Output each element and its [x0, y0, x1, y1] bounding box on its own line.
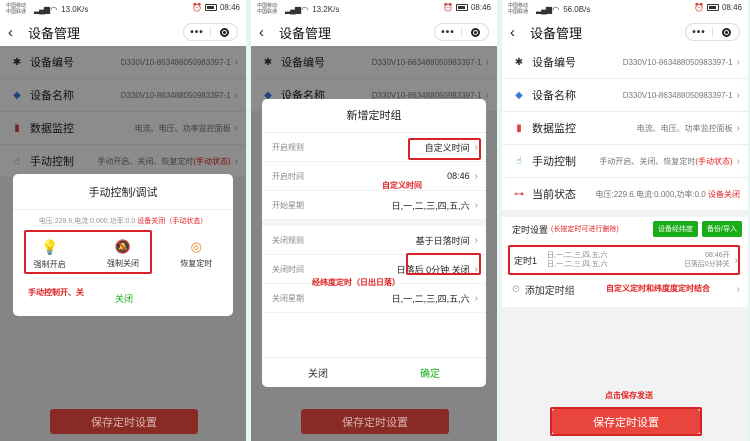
- alarm-icon: ⏰: [443, 3, 453, 12]
- dialog-title: 手动控制/调试: [88, 187, 158, 199]
- timer-settings-hint: (长按定时可进行删除): [551, 226, 619, 233]
- hand-icon: ☝: [515, 155, 523, 167]
- more-icon[interactable]: •••: [686, 27, 712, 38]
- status-bar: 中国移动 中国联通 ▂▄▆ ◠ 13.2K/s ⏰ 08:46: [251, 0, 497, 18]
- chevron-right-icon: ›: [736, 122, 740, 134]
- back-icon[interactable]: ‹: [510, 24, 526, 41]
- battery-icon: [706, 4, 719, 11]
- highlight-frame: [508, 245, 740, 275]
- page-title: 设备管理: [279, 25, 332, 41]
- clock: 08:46: [219, 3, 240, 12]
- screen-timer-settings: 中国移动 中国联通 ▂▄▆ ◠ 56.0B/s ⏰ 08:46 ‹ 设备管理 •••…: [502, 0, 748, 441]
- timer-settings-label: 定时设置: [512, 224, 549, 235]
- status-bar: 中国移动 中国联通 ▂▄▆ ◠ 56.0B/s ⏰ 08:46: [502, 0, 748, 18]
- highlight-frame: [24, 230, 152, 274]
- more-icon[interactable]: •••: [435, 27, 461, 38]
- open-weekdays-row[interactable]: 开始星期 日,一,二,三,四,五,六 ›: [262, 191, 486, 220]
- annotation-custom-time: 自定义时间: [382, 181, 422, 190]
- miniprogram-capsule: •••: [434, 23, 489, 41]
- chevron-right-icon: ›: [736, 56, 740, 68]
- chevron-right-icon: ›: [736, 89, 740, 101]
- screen-new-timer-group: 中国移动 中国联通 ▂▄▆ ◠ 13.2K/s ⏰ 08:46 ‹ 设备管理 •••…: [251, 0, 497, 441]
- row-manual-control[interactable]: ☝ 手动控制 手动开启、关闭、恢复定时(手动状态) ›: [502, 145, 748, 178]
- dialog-title: 新增定时组: [262, 99, 486, 133]
- chevron-right-icon: ›: [736, 155, 740, 167]
- title-bar: ‹ 设备管理 •••: [502, 18, 748, 46]
- timer-item[interactable]: 定时1 日,一,二,三,四,五,六 日,一,二,三,四,五,六 08:46开 日落后…: [508, 245, 742, 275]
- status-bar: 中国移动 中国联通 ▂▄▆ ◠ 13.0K/s ⏰ 08:46: [0, 0, 246, 18]
- highlight-frame: [408, 138, 481, 160]
- row-current-state: ⊶ 当前状态 电压:229.6,电流:0.000,功率:0.0 设备关闭: [502, 178, 748, 211]
- chevron-right-icon: ›: [474, 199, 478, 211]
- row-data-monitor[interactable]: ▮ 数据监控 电流、电压、功率监控面板 ›: [502, 112, 748, 145]
- signal-icon: ▂▄▆ ◠: [536, 4, 559, 14]
- title-bar: ‹ 设备管理 •••: [0, 18, 246, 46]
- page-title: 设备管理: [28, 25, 81, 41]
- highlight-frame: [406, 253, 481, 275]
- clock: 08:46: [470, 3, 491, 12]
- save-timer-button[interactable]: 保存定时设置: [50, 409, 198, 434]
- close-weekdays-row[interactable]: 关闭星期 日,一,二,三,四,五,六 ›: [262, 284, 486, 313]
- save-timer-button[interactable]: 保存定时设置: [301, 409, 449, 434]
- status-icon: ⊶: [514, 188, 524, 200]
- signal-icon: ▂▄▆ ◠: [34, 4, 57, 14]
- close-miniprogram-icon[interactable]: [462, 27, 488, 37]
- close-miniprogram-icon[interactable]: [713, 27, 739, 37]
- row-device-name[interactable]: ◆ 设备名称 D330V10-863488050983397-1 ›: [502, 79, 748, 112]
- miniprogram-capsule: •••: [685, 23, 740, 41]
- annotation-manual: 手动控制开、关: [28, 288, 84, 297]
- alarm-icon: ⏰: [694, 3, 704, 12]
- screen-manual-control: 中国移动 中国联通 ▂▄▆ ◠ 13.0K/s ⏰ 08:46 ‹ 设备管理 •••…: [0, 0, 246, 441]
- chevron-right-icon: ›: [474, 170, 478, 182]
- device-latlng-button[interactable]: 设备经纬度: [653, 221, 699, 237]
- highlight-frame: [550, 407, 702, 436]
- device-reading: 电压:229.6,电流:0.000,功率:0.0 设备关闭（手动状态）: [38, 218, 208, 225]
- dialog-confirm-button[interactable]: 确定: [374, 358, 486, 387]
- network-speed: 13.2K/s: [312, 4, 340, 14]
- network-speed: 56.0B/s: [563, 4, 591, 14]
- backup-import-button[interactable]: 备份/导入: [702, 221, 742, 237]
- miniprogram-capsule: •••: [183, 23, 238, 41]
- bar-chart-icon: ▮: [516, 122, 522, 134]
- restore-icon: ◎: [190, 239, 202, 254]
- new-timer-group-dialog: 新增定时组 开启规则 自定义时间 › 开启时间 08:46 › 开始星期 日,一,二,三,…: [262, 99, 486, 387]
- chevron-right-icon: ›: [474, 292, 478, 304]
- clock: 08:46: [721, 3, 742, 12]
- page-title: 设备管理: [530, 25, 583, 41]
- annotation-sunset: 经纬度定时（日出日落）: [312, 278, 400, 287]
- chevron-right-icon: ›: [474, 234, 478, 246]
- signal-icon: ▂▄▆ ◠: [285, 4, 308, 14]
- alarm-icon: ⏰: [192, 3, 202, 12]
- device-info-list: ✱ 设备编号 D330V10-863488050983397-1 › ◆ 设备名称 D33…: [502, 46, 748, 211]
- close-miniprogram-icon[interactable]: [211, 27, 237, 37]
- network-speed: 13.0K/s: [61, 4, 89, 14]
- back-icon[interactable]: ‹: [259, 24, 275, 41]
- annotation-save: 点击保存发送: [605, 391, 653, 400]
- clock-icon: ⏲: [512, 283, 520, 295]
- manual-control-dialog: 手动控制/调试 电压:229.6,电流:0.000,功率:0.0 设备关闭（手动…: [13, 174, 233, 316]
- battery-icon: [455, 4, 468, 11]
- gear-icon: ✱: [514, 56, 524, 68]
- dialog-close-button[interactable]: 关闭: [115, 292, 133, 305]
- row-device-number[interactable]: ✱ 设备编号 D330V10-863488050983397-1 ›: [502, 46, 748, 79]
- title-bar: ‹ 设备管理 •••: [251, 18, 497, 46]
- dialog-close-button[interactable]: 关闭: [262, 358, 374, 387]
- open-time-row[interactable]: 开启时间 08:46 ›: [262, 162, 486, 191]
- battery-icon: [204, 4, 217, 11]
- back-icon[interactable]: ‹: [8, 24, 24, 41]
- tag-icon: ◆: [515, 89, 523, 101]
- annotation-combined: 自定义定时和纬度度定时结合: [606, 284, 710, 293]
- close-rule-row[interactable]: 关闭规则 基于日落时间 ›: [262, 226, 486, 255]
- more-icon[interactable]: •••: [184, 27, 210, 38]
- restore-timer-button[interactable]: ◎ 恢复定时: [160, 234, 233, 274]
- chevron-right-icon: ›: [736, 283, 740, 295]
